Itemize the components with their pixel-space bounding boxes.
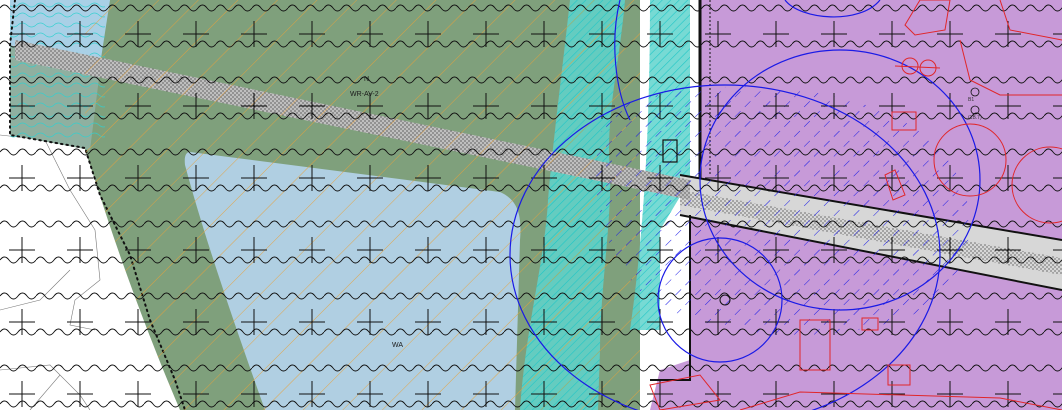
label-zone-north: N bbox=[364, 76, 370, 83]
map-canvas[interactable]: N WR-AV-2 WA B1 (1B.7) bbox=[0, 0, 1062, 410]
label-zone-water: WA bbox=[392, 342, 404, 349]
label-small-code-b: (1B.7) bbox=[968, 115, 982, 121]
label-zone-code-upper: WR-AV-2 bbox=[350, 91, 379, 98]
grid-crosses bbox=[0, 0, 1062, 410]
map-svg bbox=[0, 0, 1062, 410]
label-small-code-a: B1 bbox=[968, 97, 975, 103]
